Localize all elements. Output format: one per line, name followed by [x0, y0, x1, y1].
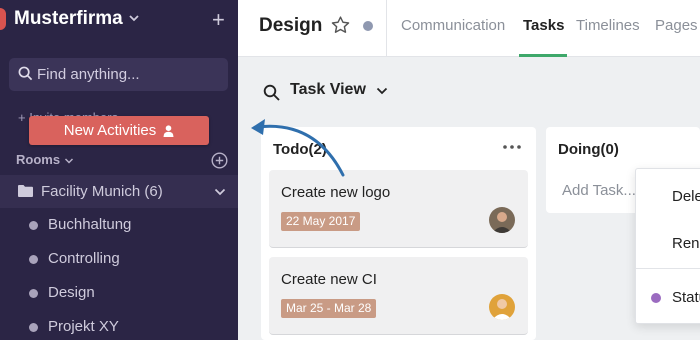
- search-icon: [18, 66, 33, 81]
- workspace-color-pill: [0, 8, 6, 30]
- add-room-icon[interactable]: [211, 152, 228, 169]
- status-dot: [363, 21, 373, 31]
- room-label: Projekt XY: [48, 318, 119, 335]
- task-card[interactable]: Create new CI Mar 25 - Mar 28: [269, 257, 528, 335]
- room-group-label: Facility Munich (6): [41, 183, 163, 200]
- menu-item-delete[interactable]: Delete: [672, 188, 700, 205]
- task-title: Create new logo: [281, 184, 391, 201]
- tab-pages[interactable]: Pages: [655, 17, 698, 34]
- avatar[interactable]: [489, 207, 515, 233]
- task-title: Create new CI: [281, 271, 377, 288]
- new-activities-button[interactable]: New Activities: [29, 116, 209, 145]
- avatar-image: [489, 294, 515, 320]
- annotation-arrow: [251, 119, 345, 177]
- room-item-projekt-xy[interactable]: Projekt XY: [0, 311, 238, 340]
- room-dot: [29, 255, 38, 264]
- menu-divider: [636, 268, 700, 269]
- search-box[interactable]: [9, 58, 228, 91]
- more-icon[interactable]: [503, 145, 521, 149]
- column-title: Doing(0): [558, 141, 619, 158]
- chevron-down-icon[interactable]: [376, 86, 388, 96]
- context-menu: Delete Rename Status: [635, 168, 700, 324]
- rooms-label: Rooms: [16, 152, 61, 167]
- chevron-down-icon[interactable]: [214, 187, 226, 197]
- divider: [386, 0, 387, 57]
- menu-item-status[interactable]: Status: [672, 289, 700, 306]
- room-item-design[interactable]: Design: [0, 277, 238, 309]
- user-icon: [163, 124, 174, 137]
- workspace-name[interactable]: Musterfirma: [14, 8, 123, 30]
- add-workspace-icon[interactable]: +: [212, 9, 225, 31]
- due-date-badge: 22 May 2017: [281, 212, 361, 231]
- new-activities-label: New Activities: [63, 122, 157, 139]
- status-color-dot: [651, 293, 661, 303]
- room-label: Controlling: [48, 250, 120, 267]
- tab-communication[interactable]: Communication: [401, 17, 505, 34]
- sidebar: Musterfirma + + Invite members New Activ…: [0, 0, 238, 340]
- menu-item-rename[interactable]: Rename: [672, 235, 700, 252]
- room-item-controlling[interactable]: Controlling: [0, 243, 238, 275]
- view-title[interactable]: Task View: [290, 81, 366, 99]
- due-date-badge: Mar 25 - Mar 28: [281, 299, 377, 318]
- folder-icon: [18, 185, 33, 197]
- add-task-button[interactable]: Add Task...: [562, 182, 636, 199]
- room-group-facility-munich[interactable]: Facility Munich (6): [0, 175, 238, 208]
- room-dot: [29, 221, 38, 230]
- page-title: Design: [259, 15, 323, 36]
- avatar[interactable]: [489, 294, 515, 320]
- chevron-down-icon[interactable]: [64, 156, 74, 166]
- task-card[interactable]: Create new logo 22 May 2017: [269, 170, 528, 248]
- star-icon[interactable]: [331, 16, 350, 34]
- search-icon[interactable]: [263, 81, 281, 105]
- active-tab-indicator: [519, 54, 567, 57]
- room-label: Buchhaltung: [48, 216, 132, 233]
- room-item-buchhaltung[interactable]: Buchhaltung: [0, 209, 238, 241]
- tab-tasks[interactable]: Tasks: [523, 17, 564, 34]
- avatar-image: [489, 207, 515, 233]
- room-dot: [29, 323, 38, 332]
- search-input[interactable]: [37, 66, 222, 83]
- chevron-down-icon[interactable]: [128, 12, 140, 24]
- tab-timelines[interactable]: Timelines: [576, 17, 640, 34]
- room-dot: [29, 289, 38, 298]
- top-bar: Design Communication Tasks Timelines Pag…: [238, 0, 700, 57]
- room-label: Design: [48, 284, 95, 301]
